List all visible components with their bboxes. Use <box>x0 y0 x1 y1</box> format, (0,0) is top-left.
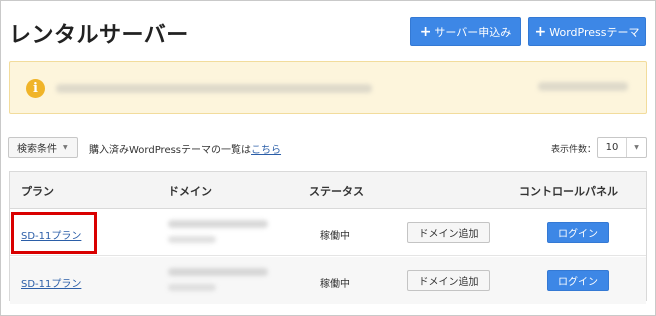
blurred-notice-link <box>538 82 628 91</box>
info-icon: i <box>26 79 45 98</box>
column-header-plan: プラン <box>21 185 54 198</box>
table-header: プラン ドメイン ステータス コントロールパネル <box>10 172 646 209</box>
chevron-down-icon: ▼ <box>634 144 639 151</box>
login-button[interactable]: ログイン <box>547 222 609 243</box>
search-filter-label: 検索条件 <box>17 144 57 155</box>
display-count-select[interactable]: 10 ▼ <box>597 137 647 158</box>
highlight-box <box>11 212 97 254</box>
wordpress-theme-link[interactable]: こちら <box>251 145 281 156</box>
column-header-status: ステータス <box>309 185 364 198</box>
wordpress-theme-text: 購入済みWordPressテーマの一覧は <box>89 145 252 156</box>
display-count-label: 表示件数： <box>551 145 597 155</box>
blurred-notice-text <box>56 84 372 93</box>
notice-banner: i <box>9 61 647 114</box>
table-row: SD-11プラン 稼働中 ドメイン追加 ログイン <box>10 209 646 256</box>
status-text: 稼働中 <box>320 279 350 290</box>
plus-icon: + <box>419 23 432 40</box>
column-header-control-panel: コントロールパネル <box>519 185 618 198</box>
plus-icon: + <box>534 23 547 40</box>
server-table: プラン ドメイン ステータス コントロールパネル SD-11プラン 稼働中 ドメ… <box>9 171 647 304</box>
add-server-label: サーバー申込み <box>434 25 512 39</box>
status-text: 稼働中 <box>320 231 350 242</box>
column-header-domain: ドメイン <box>168 185 212 198</box>
add-server-button[interactable]: + サーバー申込み <box>410 17 521 46</box>
add-wordpress-theme-button[interactable]: + WordPressテーマ <box>528 17 646 46</box>
chevron-down-icon: ▼ <box>63 144 68 151</box>
login-button[interactable]: ログイン <box>547 270 609 291</box>
add-domain-button[interactable]: ドメイン追加 <box>407 222 490 243</box>
plan-link[interactable]: SD-11プラン <box>21 275 81 290</box>
page-title: レンタルサーバー <box>9 23 189 48</box>
blurred-domain-sub <box>168 284 216 291</box>
table-row: SD-11プラン 稼働中 ドメイン追加 ログイン <box>10 257 646 304</box>
display-count-value: 10 <box>598 138 627 157</box>
blurred-domain <box>168 220 268 228</box>
blurred-domain-sub <box>168 236 216 243</box>
blurred-domain <box>168 268 268 276</box>
wordpress-theme-info: 購入済みWordPressテーマの一覧はこちら <box>89 141 281 156</box>
search-filter-dropdown[interactable]: 検索条件 ▼ <box>8 137 78 158</box>
add-domain-button[interactable]: ドメイン追加 <box>407 270 490 291</box>
add-wordpress-theme-label: WordPressテーマ <box>549 25 640 39</box>
